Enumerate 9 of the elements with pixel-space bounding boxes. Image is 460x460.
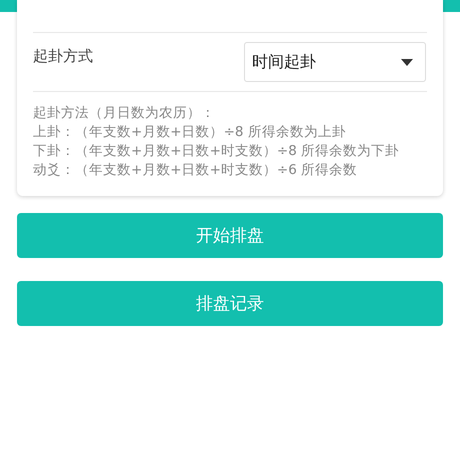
method-note: 动爻：（年支数+月数+日数+时支数）÷6 所得余数 xyxy=(33,161,358,180)
method-note: 下卦：（年支数+月数+日数+时支数）÷8 所得余数为下卦 xyxy=(33,142,400,161)
method-dropdown[interactable]: 时间起卦 xyxy=(244,42,426,82)
method-note: 起卦方法（月日数为农历）： xyxy=(33,104,216,123)
action-button[interactable]: 开始排盘 xyxy=(17,213,443,258)
caret-icon xyxy=(401,58,413,66)
action-button[interactable]: 排盘记录 xyxy=(17,281,443,326)
field-label: 起卦方式 xyxy=(33,46,93,66)
method-note: 上卦：（年支数+月数+日数）÷8 所得余数为上卦 xyxy=(33,123,347,142)
